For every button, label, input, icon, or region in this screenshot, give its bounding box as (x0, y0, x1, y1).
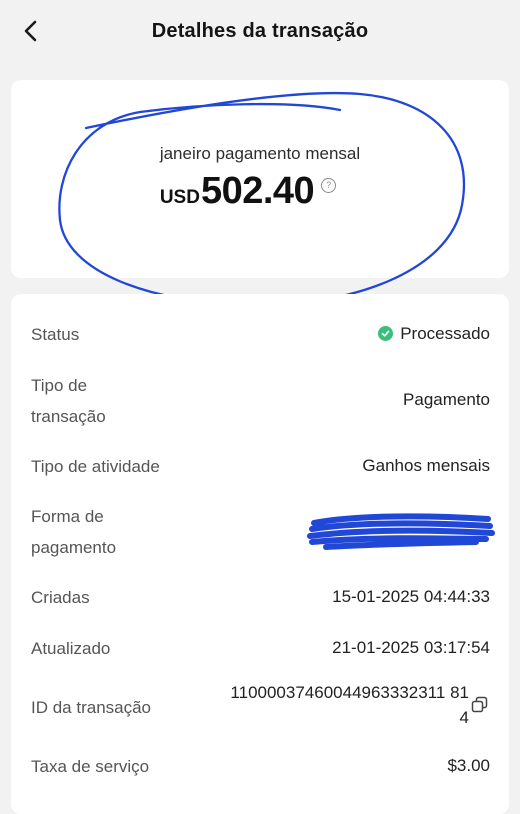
service-fee-value: $3.00 (447, 756, 490, 775)
payment-method-label-line1: Forma de (31, 507, 104, 526)
payment-method-label-line2: pagamento (31, 538, 117, 557)
created-value: 15-01-2025 04:44:33 (332, 587, 490, 606)
status-label: Status (31, 325, 80, 344)
transaction-id-value-line1: 11000037460044963332311 81 (230, 683, 469, 702)
top-bar: Detalhes da transação (0, 0, 520, 62)
activity-type-value: Ganhos mensais (362, 456, 490, 475)
status-value: Processado (378, 321, 490, 346)
check-circle-icon (378, 326, 394, 341)
copy-icon[interactable] (471, 696, 489, 714)
chevron-left-icon (24, 20, 37, 42)
transaction-id-label: ID da transação (31, 698, 152, 717)
transaction-type-label-line1: Tipo de (31, 376, 88, 395)
service-fee-label: Taxa de serviço (31, 757, 150, 776)
transaction-type-label-line2: transação (31, 407, 106, 426)
status-text: Processado (400, 324, 490, 343)
updated-label: Atualizado (31, 639, 111, 658)
help-icon[interactable]: ? (321, 177, 337, 193)
transaction-id-value-line2: 4 (459, 708, 469, 727)
back-button[interactable] (16, 17, 44, 45)
currency-code: USD (159, 187, 200, 208)
activity-type-label: Tipo de atividade (31, 457, 160, 476)
amount-row: USD 502.40 ? (0, 170, 496, 213)
amount-value: 502.40 (200, 170, 315, 212)
created-label: Criadas (31, 588, 90, 607)
page-title: Detalhes da transação (151, 19, 369, 42)
transaction-description: janeiro pagamento mensal (159, 144, 361, 163)
updated-value: 21-01-2025 03:17:54 (332, 638, 490, 657)
transaction-type-value: Pagamento (403, 390, 490, 409)
details-card: Status Processado Tipo de transação Paga… (11, 294, 509, 814)
redaction-scribble (307, 513, 495, 550)
